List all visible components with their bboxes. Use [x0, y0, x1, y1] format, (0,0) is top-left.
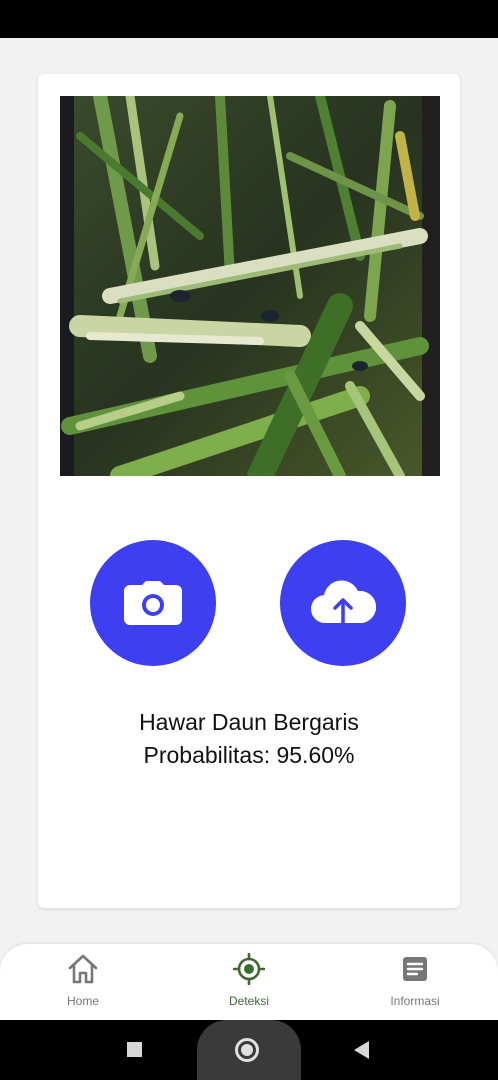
- nav-label-home: Home: [66, 994, 99, 1008]
- detection-card: Hawar Daun Bergaris Probabilitas: 95.60%: [38, 74, 460, 908]
- probability-text: Probabilitas: 95.60%: [143, 742, 355, 768]
- cloud-upload-icon: [310, 580, 376, 627]
- recent-apps-button[interactable]: [127, 1042, 142, 1057]
- system-navigation-bar: [0, 1020, 498, 1080]
- system-home-button[interactable]: [197, 1020, 301, 1080]
- disease-label: Hawar Daun Bergaris: [139, 709, 359, 735]
- nav-item-home[interactable]: Home: [23, 952, 143, 1014]
- bottom-navigation: Home Deteksi Informasi: [0, 944, 498, 1020]
- status-bar: [0, 0, 498, 38]
- article-icon: [403, 957, 427, 981]
- nav-label-deteksi: Deteksi: [228, 994, 269, 1008]
- camera-button[interactable]: [90, 540, 216, 666]
- target-icon: [233, 953, 265, 985]
- camera-icon: [124, 581, 182, 625]
- back-button[interactable]: [354, 1041, 369, 1059]
- home-circle-icon: [235, 1038, 259, 1062]
- detection-result: Hawar Daun Bergaris Probabilitas: 95.60%: [38, 706, 460, 772]
- nav-item-informasi[interactable]: Informasi: [355, 952, 475, 1014]
- upload-button[interactable]: [280, 540, 406, 666]
- nav-label-informasi: Informasi: [390, 994, 440, 1008]
- leaf-photo: [60, 96, 440, 476]
- nav-item-deteksi[interactable]: Deteksi: [189, 952, 309, 1014]
- home-icon: [68, 954, 98, 984]
